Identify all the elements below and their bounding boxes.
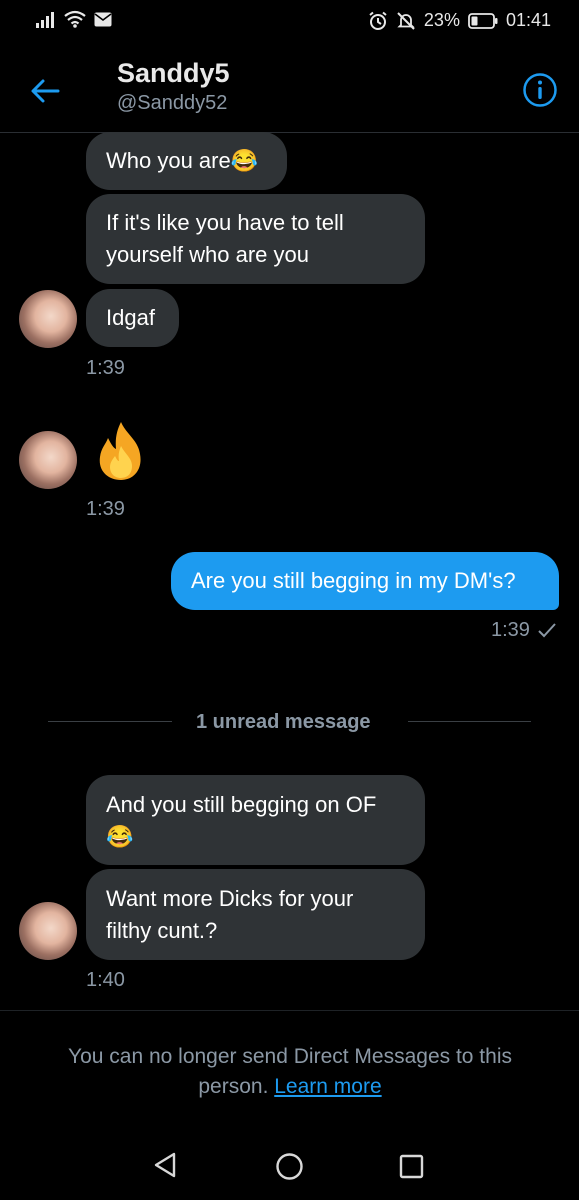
battery-percent: 23% <box>423 10 460 30</box>
wifi-icon <box>64 10 86 28</box>
fire-emoji[interactable] <box>88 418 154 484</box>
nav-recents-icon[interactable] <box>399 1154 425 1185</box>
status-left <box>36 10 112 28</box>
conversation-name[interactable]: Sanddy5 <box>117 58 230 89</box>
back-arrow-icon[interactable] <box>28 74 62 108</box>
message-bubble-received[interactable]: Want more Dicks for your filthy cunt.? <box>86 869 425 960</box>
message-text: filthy cunt.? <box>106 918 218 943</box>
divider-line-right <box>408 721 531 722</box>
alarm-icon <box>368 11 388 31</box>
message-bubble-received[interactable]: Idgaf <box>86 289 179 347</box>
message-timestamp: 1:39 <box>86 357 125 379</box>
message-text: Who you are😂 <box>106 148 259 173</box>
bell-muted-icon <box>396 11 416 31</box>
clock: 01:41 <box>505 10 551 30</box>
avatar[interactable] <box>19 290 77 348</box>
android-nav-bar <box>0 1128 579 1200</box>
divider-line-left <box>48 721 172 722</box>
conversation-header: Sanddy5 @Sanddy52 <box>0 44 579 133</box>
message-bubble-received[interactable]: If it's like you have to tell yourself w… <box>86 194 425 284</box>
notice-line-1: You can no longer send Direct Messages t… <box>68 1045 512 1068</box>
signal-icon <box>36 10 56 28</box>
message-text: Are you still begging in my DM's? <box>191 568 516 593</box>
nav-back-icon[interactable] <box>152 1151 178 1184</box>
conversation-handle: @Sanddy52 <box>117 92 228 114</box>
message-text: 😂 <box>106 824 134 849</box>
footer-separator <box>0 1010 579 1011</box>
learn-more-link[interactable]: Learn more <box>274 1075 381 1098</box>
avatar[interactable] <box>19 902 77 960</box>
message-text: Want more Dicks for your <box>106 886 354 911</box>
message-bubble-received[interactable]: Who you are😂 <box>86 132 287 190</box>
message-text: If it's like you have to tell <box>106 210 344 235</box>
notice-text: person. <box>198 1075 269 1098</box>
message-timestamp: 1:40 <box>86 969 125 991</box>
message-timestamp: 1:39 <box>491 619 530 641</box>
message-bubble-received[interactable]: And you still begging on OF 😂 <box>86 775 425 865</box>
battery-icon <box>468 12 498 29</box>
avatar[interactable] <box>19 431 77 489</box>
nav-home-icon[interactable] <box>275 1152 304 1186</box>
message-bubble-sent[interactable]: Are you still begging in my DM's? <box>171 552 559 610</box>
message-timestamp: 1:39 <box>86 498 125 520</box>
info-icon[interactable] <box>522 72 558 108</box>
status-bar: 23% 01:41 <box>0 0 579 44</box>
sent-checkmark-icon <box>537 620 557 645</box>
notice-line-2: person. Learn more <box>40 1072 540 1102</box>
unread-divider-label: 1 unread message <box>196 711 371 733</box>
mail-icon <box>94 12 112 27</box>
dm-disabled-notice: You can no longer send Direct Messages t… <box>40 1042 540 1102</box>
fire-icon <box>99 422 141 480</box>
status-right: 23% 01:41 <box>368 10 551 31</box>
message-text: And you still begging on OF <box>106 792 377 817</box>
message-text: yourself who are you <box>106 242 309 267</box>
message-text: Idgaf <box>106 305 155 330</box>
